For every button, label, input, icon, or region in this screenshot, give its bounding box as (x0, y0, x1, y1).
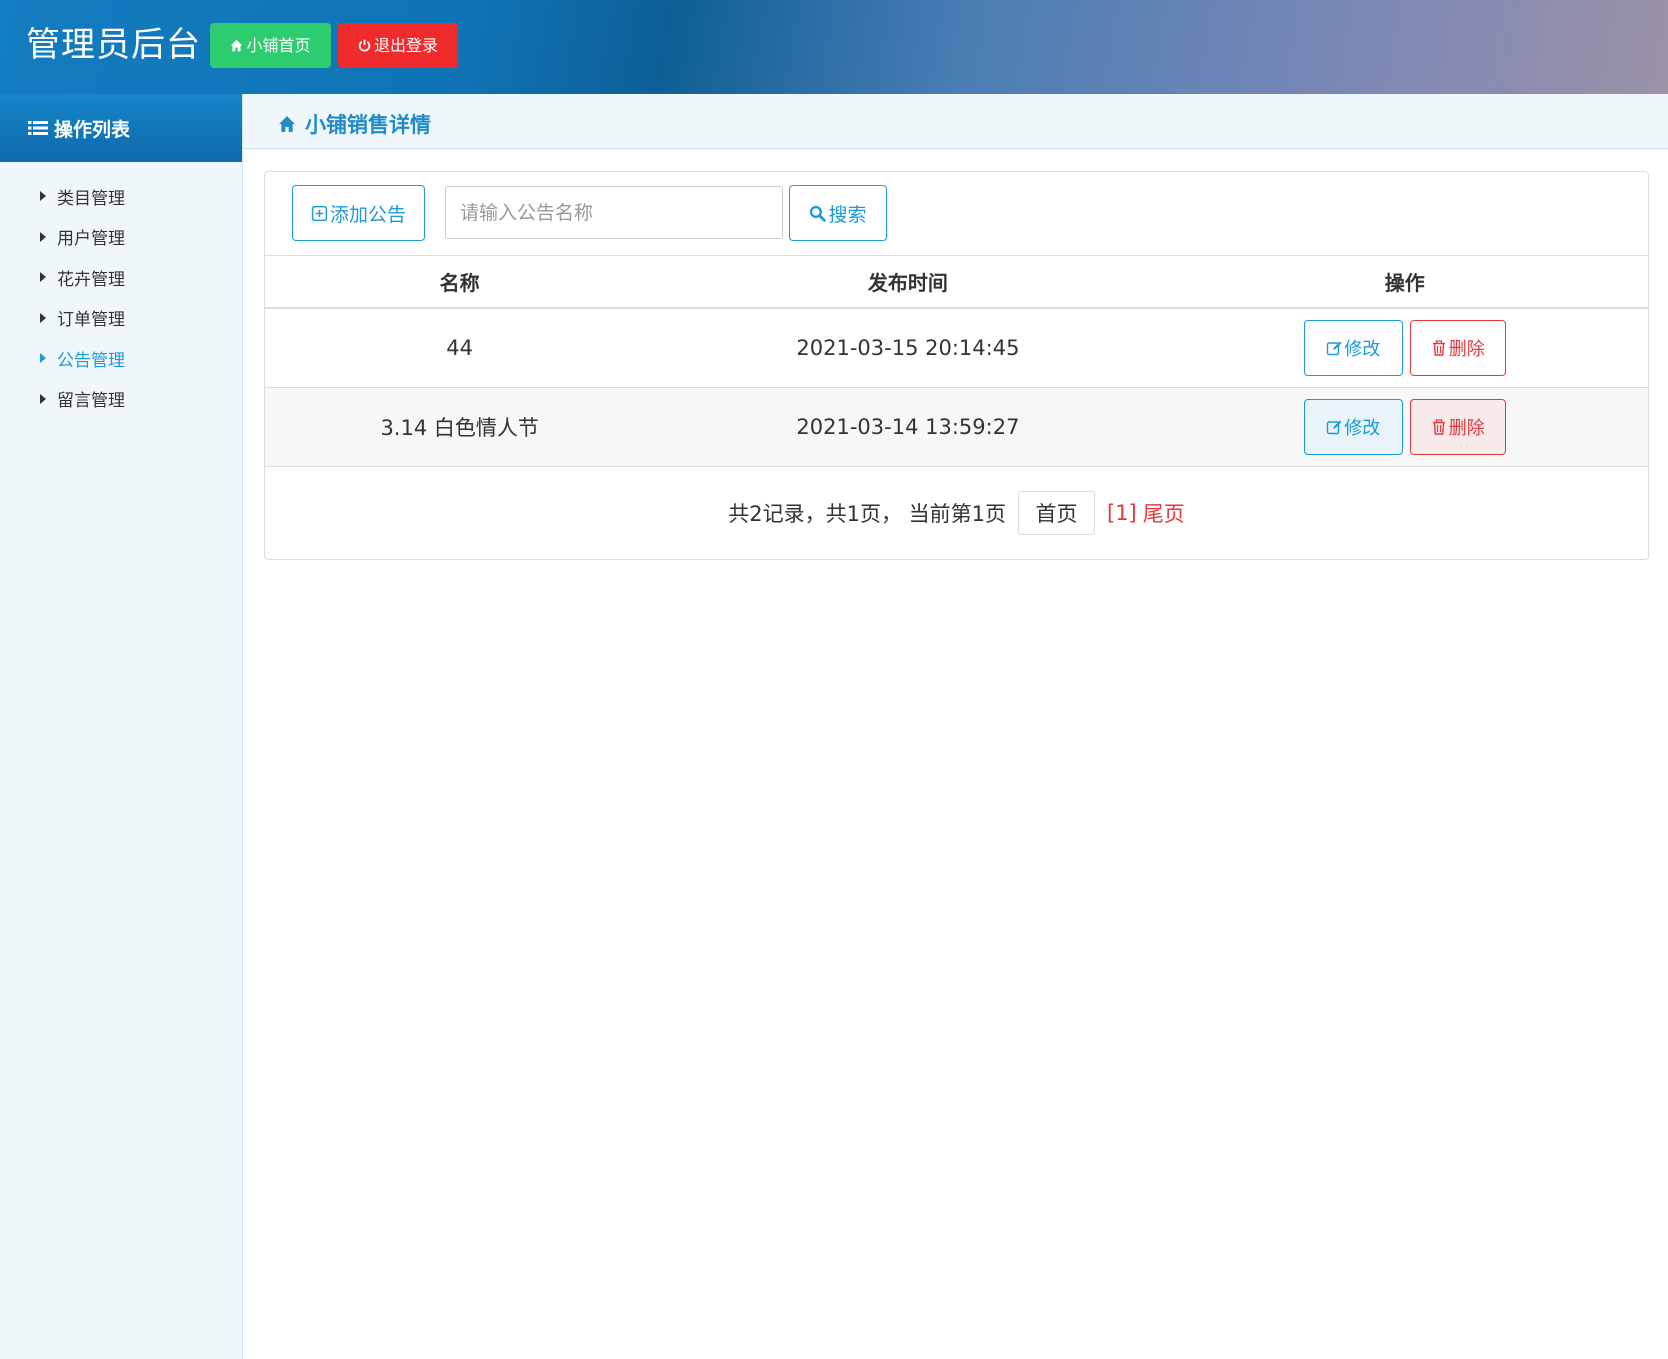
logout-button[interactable]: 退出登录 (338, 23, 458, 68)
edit-label: 修改 (1344, 338, 1381, 360)
home-icon (279, 116, 295, 132)
cell-name: 3.14 白色情人节 (265, 387, 655, 467)
caret-right-icon (40, 231, 46, 242)
cell-time: 2021-03-14 13:59:27 (654, 387, 1162, 467)
pagination: 共2记录，共1页， 当前第1页 首页 [1] 尾页 (265, 489, 1648, 537)
toolbar: 添加公告 搜索 (265, 172, 1648, 256)
shop-home-button[interactable]: 小铺首页 (210, 23, 331, 68)
sidebar-header: 操作列表 (0, 94, 242, 162)
edit-button[interactable]: 修改 (1303, 398, 1403, 455)
cell-actions: 修改 删除 (1161, 308, 1648, 388)
sidebar-item-label: 用户管理 (57, 229, 125, 250)
column-header-name: 名称 (265, 256, 655, 309)
announcement-panel: 添加公告 搜索 名称 发布时间 操作 4 (264, 171, 1649, 560)
cell-actions: 修改 删除 (1161, 387, 1648, 467)
caret-right-icon (40, 191, 46, 202)
sidebar-item-label: 公告管理 (57, 350, 125, 371)
last-page-link[interactable]: 尾页 (1143, 498, 1185, 528)
sidebar-item-announcements[interactable]: 公告管理 (0, 338, 242, 379)
caret-right-icon (40, 353, 46, 364)
caret-right-icon (40, 312, 46, 323)
search-icon (810, 205, 827, 222)
delete-button[interactable]: 删除 (1409, 398, 1506, 455)
logout-label: 退出登录 (373, 36, 438, 55)
delete-label: 删除 (1448, 417, 1485, 439)
top-header: 管理员后台 小铺首页 退出登录 (0, 0, 1668, 94)
cell-name: 44 (265, 308, 655, 388)
table-row: 3.14 白色情人节 2021-03-14 13:59:27 修改 删除 (265, 387, 1648, 467)
table-header-row: 名称 发布时间 操作 (265, 256, 1648, 309)
caret-right-icon (40, 393, 46, 404)
current-page-indicator[interactable]: [1] (1107, 501, 1137, 525)
home-icon (231, 39, 243, 52)
sidebar-item-label: 类目管理 (57, 188, 125, 209)
main-area: 小铺销售详情 添加公告 搜索 名称 发布时间 (243, 94, 1668, 1359)
plus-square-icon (311, 205, 328, 221)
announcement-table: 名称 发布时间 操作 44 2021-03-15 20:14:45 修改 删除 … (265, 256, 1648, 467)
edit-icon (1327, 341, 1342, 355)
search-label: 搜索 (828, 203, 867, 226)
sidebar-item-label: 花卉管理 (57, 269, 125, 290)
page-title: 小铺销售详情 (305, 113, 431, 137)
search-input[interactable] (445, 186, 783, 239)
cell-time: 2021-03-15 20:14:45 (654, 308, 1162, 388)
sidebar-item-flowers[interactable]: 花卉管理 (0, 257, 242, 298)
app-title: 管理员后台 (26, 25, 201, 65)
search-button[interactable]: 搜索 (789, 185, 887, 241)
page-header: 小铺销售详情 (243, 94, 1668, 149)
sidebar-item-label: 留言管理 (57, 391, 125, 412)
edit-icon (1327, 420, 1342, 434)
sidebar-item-category[interactable]: 类目管理 (0, 176, 242, 217)
sidebar: 操作列表 类目管理 用户管理 花卉管理 订单管理 公告管理 留言管理 (0, 94, 243, 1359)
pagination-info: 共2记录，共1页， 当前第1页 (728, 502, 1006, 526)
column-header-actions: 操作 (1161, 256, 1648, 309)
edit-button[interactable]: 修改 (1303, 319, 1403, 376)
power-icon (358, 39, 371, 52)
caret-right-icon (40, 272, 46, 283)
add-announcement-button[interactable]: 添加公告 (292, 185, 425, 241)
sidebar-menu: 类目管理 用户管理 花卉管理 订单管理 公告管理 留言管理 (0, 162, 242, 419)
delete-label: 删除 (1448, 338, 1485, 360)
column-header-time: 发布时间 (654, 256, 1162, 309)
content-area: 添加公告 搜索 名称 发布时间 操作 4 (243, 150, 1668, 1359)
sidebar-item-messages[interactable]: 留言管理 (0, 379, 242, 420)
table-row: 44 2021-03-15 20:14:45 修改 删除 (265, 308, 1648, 388)
first-page-button[interactable]: 首页 (1018, 491, 1095, 535)
trash-icon (1432, 418, 1445, 435)
sidebar-item-label: 订单管理 (57, 310, 125, 331)
list-icon (28, 121, 48, 135)
shop-home-label: 小铺首页 (246, 36, 311, 55)
sidebar-item-orders[interactable]: 订单管理 (0, 298, 242, 339)
add-announcement-label: 添加公告 (329, 203, 406, 226)
delete-button[interactable]: 删除 (1409, 319, 1506, 376)
sidebar-item-users[interactable]: 用户管理 (0, 217, 242, 258)
edit-label: 修改 (1344, 417, 1381, 439)
sidebar-title: 操作列表 (54, 118, 131, 141)
trash-icon (1432, 340, 1445, 356)
